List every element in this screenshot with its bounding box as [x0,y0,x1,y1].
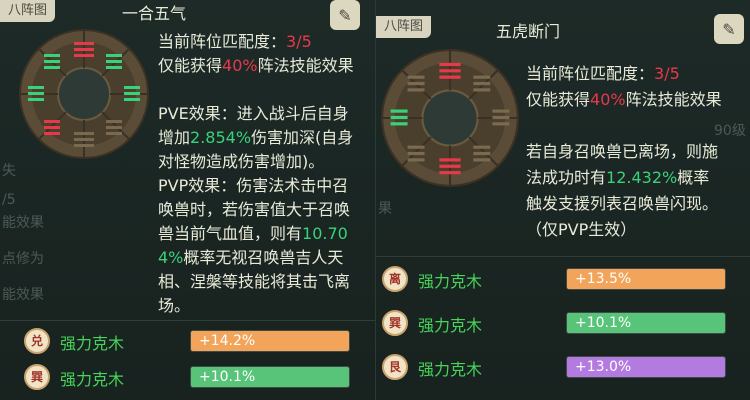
bg-text: 能效果 [2,215,44,231]
trigram-left [390,109,408,126]
attribute-value: +13.0% [575,359,632,375]
attribute-name: 强力克木 [60,334,125,353]
pve-line-1: PVE效果：进入战斗后自身 [158,104,349,123]
list-item: 艮 强力克木 +13.0% [376,346,750,386]
bg-text: /5 [2,192,16,208]
pvp-line-2: 唤兽时，若伤害值大于召唤 [158,200,351,219]
pvp-line-3: 兽当前气血值，则有10.70 [158,224,348,243]
attribute-bar: +14.2% [190,330,350,352]
attribute-bar: +13.5% [566,268,726,290]
attribute-value: +13.5% [575,271,632,287]
left-formation-panel: 失 /5 能效果 点修为 能效果 八阵图 一合五气 ✎ 当前阵位匹配度：3/5 … [0,0,375,400]
tab-formation[interactable]: 八阵图 [0,0,56,22]
list-item: 兑 强力克木 +14.2% [0,322,375,362]
effect-line: 仅能获得40%阵法技能效果 [158,56,354,75]
list-item: 巽 强力克木 +10.1% [0,358,375,398]
attribute-value: +14.2% [199,333,256,349]
bg-text: 失 [2,163,16,179]
formation-title: 一合五气 [122,4,187,23]
bg-text: 点修为 [2,251,44,267]
desc-line-4: （仅PVP生效） [526,220,637,239]
attribute-bar: +10.1% [566,312,726,334]
pvp-line-5: 相、涅槃等技能将其击飞离 [158,272,351,291]
formation-wheel [19,29,149,159]
edit-pencil-icon[interactable]: ✎ [330,0,360,30]
right-formation-panel: 果 90级 八阵图 五虎断门 ✎ 当前阵位匹配度：3/5 仅能获得40%阵法技能… [375,0,750,400]
pve-line-2: 增加2.854%伤害加深(自身 [158,128,354,147]
tab-formation[interactable]: 八阵图 [376,16,432,38]
trigram-badge: 巽 [24,364,50,390]
desc-line-1: 若自身召唤兽已离场，则施 [526,142,719,161]
trigram-bottom [439,158,461,175]
attribute-name: 强力克木 [418,316,483,335]
trigram-badge: 巽 [382,310,408,336]
attribute-name: 强力克木 [418,360,483,379]
effect-line: 仅能获得40%阵法技能效果 [526,90,722,109]
attribute-name: 强力克木 [418,272,483,291]
attribute-name: 强力克木 [60,370,125,389]
match-line: 当前阵位匹配度：3/5 [158,32,312,51]
pvp-line-4: 4%概率无视召唤兽吉人天 [158,248,344,267]
trigram-bottom-right [473,145,491,162]
trigram-top-right [473,75,491,92]
bg-text: 能效果 [2,287,44,303]
desc-line-2: 法成功时有12.432%概率 [526,168,710,187]
divider [0,320,375,321]
attribute-bar: +13.0% [566,356,726,378]
desc-line-3: 触发支援列表召唤兽闪现。 [526,194,719,213]
trigram-top-right [106,54,122,69]
trigram-right [492,109,510,126]
trigram-badge: 艮 [382,354,408,380]
match-line: 当前阵位匹配度：3/5 [526,64,680,83]
trigram-bottom [74,132,94,147]
bg-text: 果 [378,201,392,217]
formation-title: 五虎断门 [496,22,561,41]
pve-line-3: 对怪物造成伤害增加)。 [158,152,325,171]
trigram-bottom-right [106,120,122,135]
list-item: 巽 强力克木 +10.1% [376,302,750,342]
attribute-value: +10.1% [199,369,256,385]
trigram-top-left [407,75,425,92]
attribute-value: +10.1% [575,315,632,331]
trigram-left [28,86,44,101]
bg-text: 90级 [714,123,746,139]
trigram-top [439,62,461,79]
trigram-right [124,86,140,101]
list-item: 离 强力克木 +13.5% [376,258,750,298]
trigram-top-left [44,54,60,69]
formation-wheel [381,49,519,187]
trigram-bottom-left [407,145,425,162]
pvp-line-6: 场。 [158,296,191,315]
trigram-bottom-left [44,120,60,135]
trigram-top [74,42,94,57]
trigram-badge: 离 [382,266,408,292]
attribute-bar: +10.1% [190,366,350,388]
edit-pencil-icon[interactable]: ✎ [714,14,744,44]
pvp-line-1: PVP效果：伤害法术击中召 [158,176,349,195]
trigram-badge: 兑 [24,328,50,354]
divider [376,256,750,257]
